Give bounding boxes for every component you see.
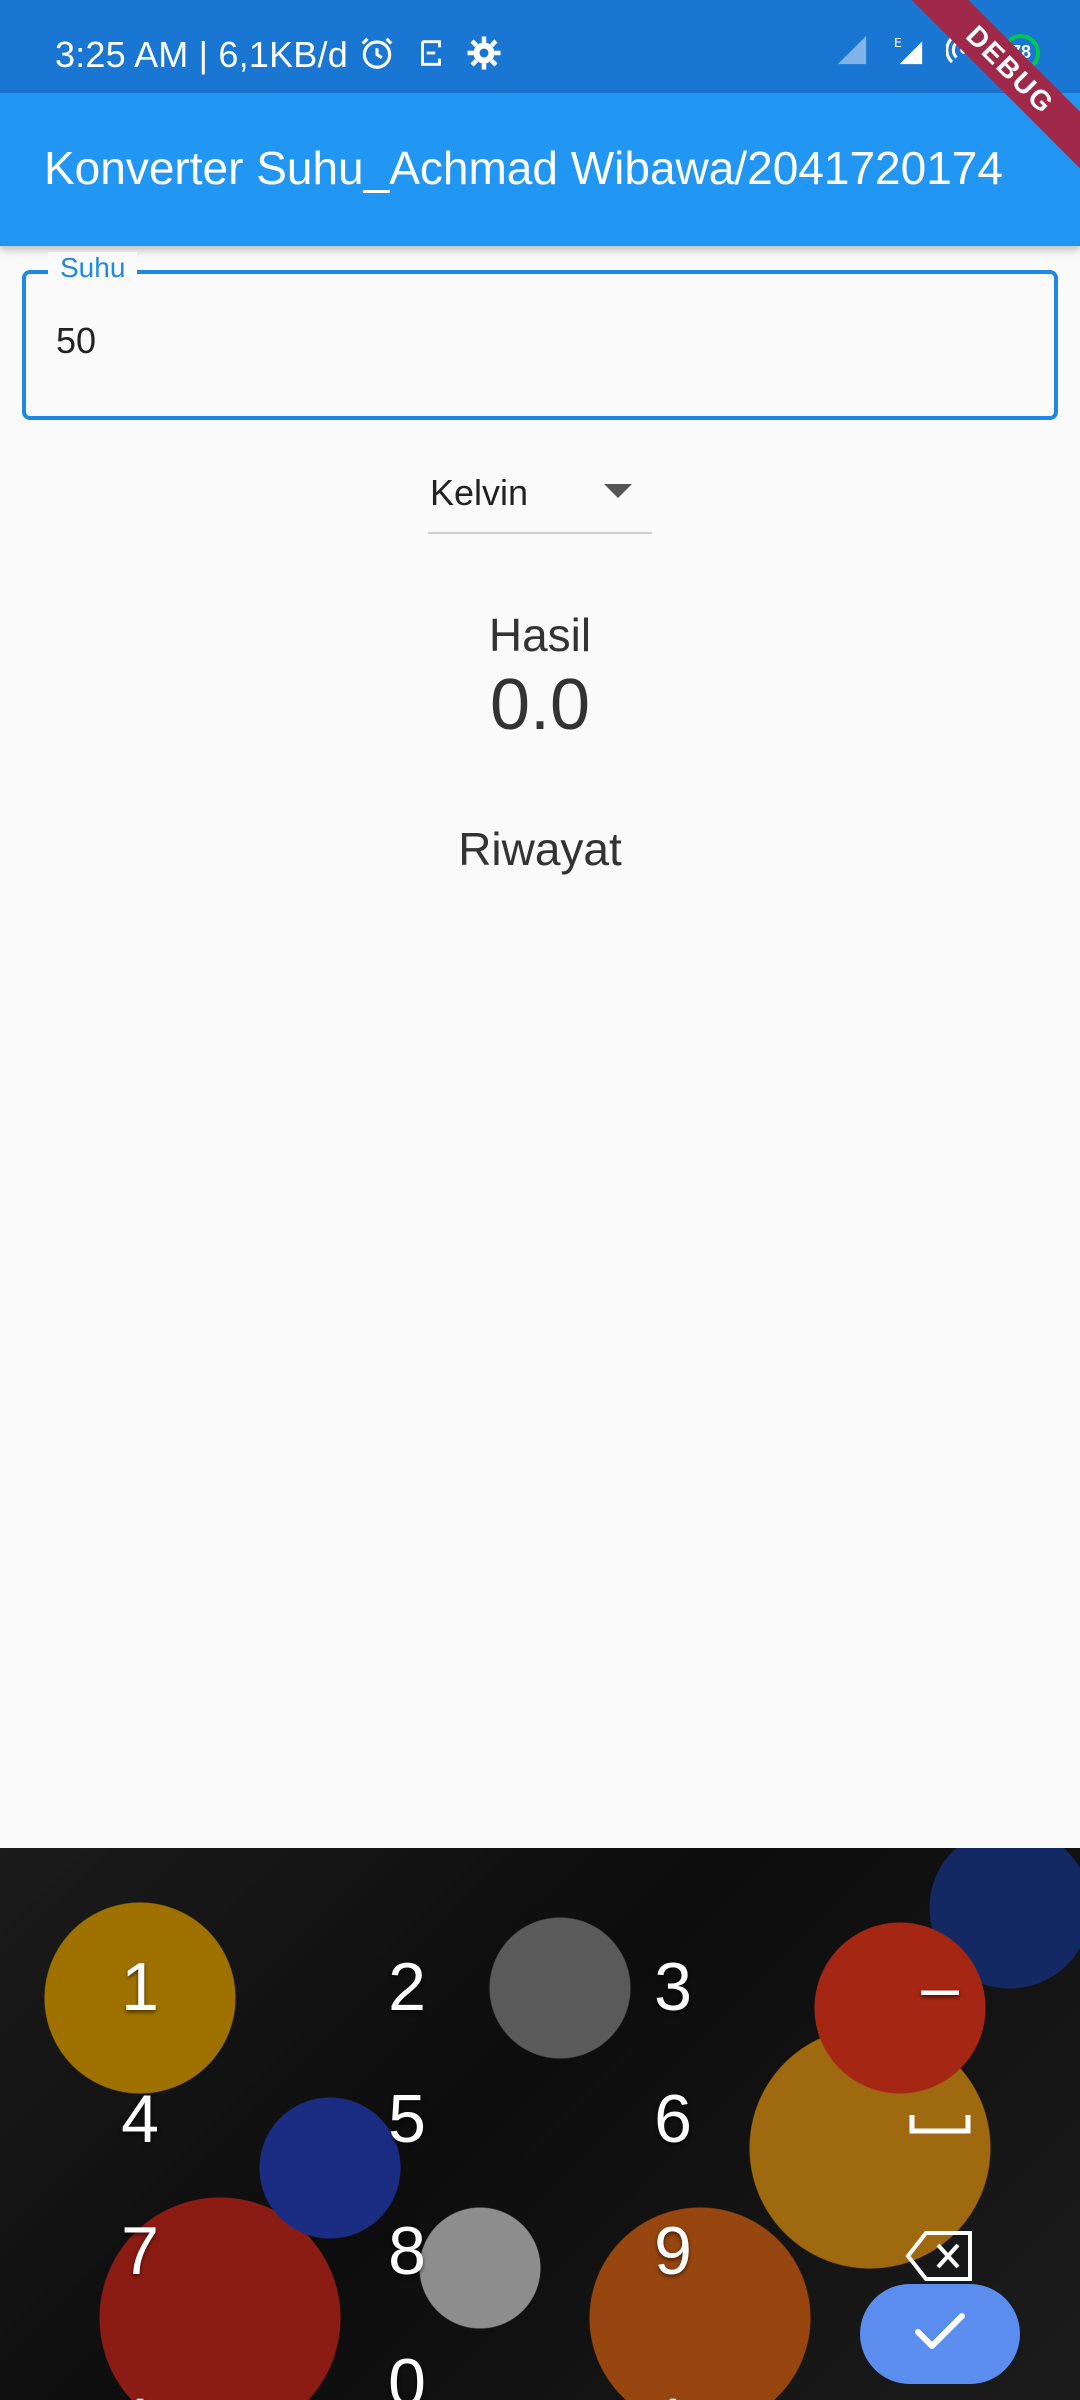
key-6[interactable]: 6 <box>613 2074 733 2164</box>
temperature-field[interactable]: Suhu 50 <box>22 252 1058 420</box>
space-key[interactable] <box>880 2074 1000 2164</box>
unit-dropdown[interactable]: Kelvin <box>428 460 652 534</box>
svg-text:E: E <box>894 36 902 51</box>
signal-icon <box>834 33 870 72</box>
key-period[interactable]: . <box>613 2338 733 2400</box>
done-button[interactable] <box>860 2284 1020 2384</box>
key-comma[interactable]: , <box>80 2338 200 2400</box>
unit-dropdown-value: Kelvin <box>430 472 529 513</box>
status-time: 3:25 AM | 6,1KB/d <box>55 34 348 75</box>
key-9[interactable]: 9 <box>613 2206 733 2296</box>
alarm-icon <box>358 34 396 77</box>
key-5[interactable]: 5 <box>347 2074 467 2164</box>
key-0[interactable]: 0 <box>347 2338 467 2400</box>
status-bar: 3:25 AM | 6,1KB/d E 78 <box>0 0 1080 93</box>
dropdown-arrow-icon <box>604 484 632 498</box>
temperature-field-label: Suhu <box>48 252 138 284</box>
result-label: Hasil <box>488 609 592 661</box>
backspace-key[interactable] <box>880 2206 1000 2296</box>
key-2[interactable]: 2 <box>347 1942 467 2032</box>
history-label: Riwayat <box>458 823 622 875</box>
key-4[interactable]: 4 <box>80 2074 200 2164</box>
result-value: 0.0 <box>489 665 591 745</box>
backspace-icon <box>904 2213 976 2289</box>
numeric-keyboard: 1 2 3 – 4 5 6 7 8 9 , 0 . <box>0 1848 1080 2400</box>
app-bar: Konverter Suhu_Achmad Wibawa/2041720174 <box>0 93 1080 246</box>
signal-e-icon: E <box>890 33 926 72</box>
key-3[interactable]: 3 <box>613 1942 733 2032</box>
key-8[interactable]: 8 <box>347 2206 467 2296</box>
sync-icon <box>414 36 448 75</box>
status-left-icons <box>358 34 502 77</box>
check-icon <box>912 2310 968 2359</box>
app-title: Konverter Suhu_Achmad Wibawa/2041720174 <box>44 142 1003 194</box>
key-1[interactable]: 1 <box>80 1942 200 2032</box>
key-7[interactable]: 7 <box>80 2206 200 2296</box>
temperature-input[interactable]: 50 <box>56 320 96 362</box>
gear-icon <box>466 35 502 76</box>
space-icon <box>908 2081 972 2157</box>
key-minus[interactable]: – <box>880 1942 1000 2032</box>
